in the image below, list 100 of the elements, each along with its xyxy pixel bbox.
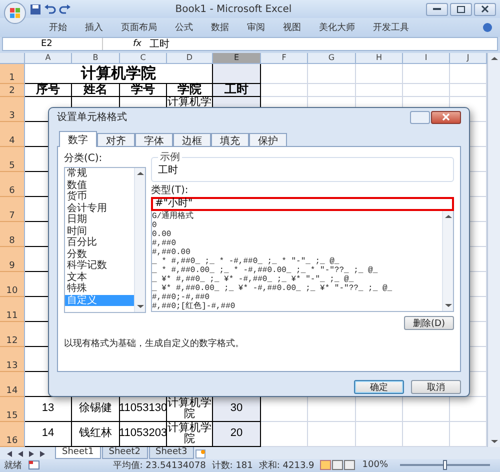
column-header[interactable]: H xyxy=(356,52,403,64)
dialog-tab[interactable]: 保护 xyxy=(249,133,287,147)
format-item[interactable]: _ * #,##0.00_ ;_ * -#,##0.00_ ;_ * "-"??_ ;_ @_ xyxy=(152,266,378,275)
table-cell xyxy=(308,422,356,447)
row-header[interactable]: 10 xyxy=(0,272,25,297)
table-cell xyxy=(261,422,308,447)
ribbon-tab[interactable]: 公式 xyxy=(166,18,202,36)
ribbon-tab[interactable]: 页面布局 xyxy=(112,18,166,36)
ribbon-tab[interactable]: 插入 xyxy=(76,18,112,36)
list-scrollbar[interactable] xyxy=(134,168,145,312)
column-header[interactable]: B xyxy=(72,52,120,64)
ribbon-tab[interactable]: 视图 xyxy=(274,18,310,36)
row-header[interactable]: 1 xyxy=(0,64,25,84)
row-header[interactable]: 14 xyxy=(0,372,25,397)
dialog-tab[interactable]: 数字 xyxy=(59,131,97,147)
maximize-icon xyxy=(457,6,465,12)
vertical-scrollbar[interactable] xyxy=(487,52,500,447)
table-cell: 计算机学院 xyxy=(167,396,213,422)
category-item[interactable]: 数值 xyxy=(65,180,134,191)
maximize-button[interactable] xyxy=(450,2,472,16)
category-item[interactable]: 科学记数 xyxy=(65,260,134,272)
ok-button[interactable]: 确定 xyxy=(354,380,404,394)
category-item[interactable]: 文本 xyxy=(65,272,134,283)
row-header[interactable]: 12 xyxy=(0,322,25,347)
row-header[interactable]: 11 xyxy=(0,296,25,322)
row-header[interactable]: 4 xyxy=(0,122,25,147)
format-item[interactable]: _ * #,##0_ ;_ * -#,##0_ ;_ * "-"_ ;_ @_ xyxy=(152,257,340,266)
format-item[interactable]: #,##0 xyxy=(152,239,176,248)
ribbon-tab[interactable]: 审阅 xyxy=(238,18,274,36)
row-header[interactable]: 2 xyxy=(0,84,25,97)
row-header[interactable]: 16 xyxy=(0,422,25,447)
row-header[interactable]: 6 xyxy=(0,172,25,197)
page-view-icon[interactable] xyxy=(320,460,356,470)
redo-icon[interactable] xyxy=(59,4,71,14)
row-header[interactable]: 7 xyxy=(0,196,25,222)
column-header[interactable]: F xyxy=(261,52,308,64)
column-header[interactable]: A xyxy=(25,52,72,64)
close-icon xyxy=(442,113,450,121)
category-item[interactable]: 特殊 xyxy=(65,283,134,294)
column-header[interactable]: E xyxy=(213,52,261,64)
list-scrollbar[interactable] xyxy=(442,211,453,311)
scroll-up-icon[interactable] xyxy=(444,213,452,220)
column-header[interactable]: I xyxy=(403,52,450,64)
close-button[interactable] xyxy=(431,110,461,124)
zoom-thumb[interactable] xyxy=(443,460,447,470)
category-item[interactable]: 货币 xyxy=(65,191,134,202)
minimize-button[interactable] xyxy=(426,2,448,16)
delete-button[interactable]: 删除(D) xyxy=(404,316,454,330)
cancel-button[interactable]: 取消 xyxy=(411,380,461,394)
format-item[interactable]: 0.00 xyxy=(152,230,172,239)
format-item[interactable]: #,##0;[红色]-#,##0 xyxy=(152,302,236,311)
undo-icon[interactable] xyxy=(44,4,56,14)
row-header[interactable]: 9 xyxy=(0,246,25,272)
ribbon-tab[interactable]: 美化大师 xyxy=(310,18,364,36)
row-header[interactable]: 3 xyxy=(0,96,25,122)
dialog-tab[interactable]: 对齐 xyxy=(97,133,135,147)
category-item[interactable]: 百分比 xyxy=(65,237,134,248)
column-header[interactable]: G xyxy=(308,52,356,64)
table-cell xyxy=(450,422,487,447)
sheet-tab[interactable]: Sheet3 xyxy=(148,446,194,459)
row-header[interactable]: 15 xyxy=(0,396,25,422)
format-item[interactable]: _ ¥* #,##0.00_ ;_ ¥* -#,##0.00_ ;_ ¥* "-"??_ ;_ @_ xyxy=(152,284,392,293)
category-item[interactable]: 日期 xyxy=(65,214,134,226)
column-header[interactable]: J xyxy=(450,52,487,64)
column-header[interactable]: C xyxy=(120,52,167,64)
format-item[interactable]: #,##0.00 xyxy=(152,248,190,257)
dialog-tab[interactable]: 边框 xyxy=(173,133,211,147)
dialog-tab[interactable]: 字体 xyxy=(135,133,173,147)
column-header[interactable]: D xyxy=(167,52,213,64)
format-item[interactable]: _ ¥* #,##0_ ;_ ¥* -#,##0_ ;_ ¥* "-"_ ;_ @_ xyxy=(152,275,354,284)
category-item[interactable]: 会计专用 xyxy=(65,202,134,214)
scroll-down-icon[interactable] xyxy=(444,302,452,309)
help-icon[interactable] xyxy=(483,22,492,32)
format-item[interactable]: #,##0;-#,##0 xyxy=(152,293,210,302)
scroll-down-icon[interactable] xyxy=(136,303,144,310)
ribbon-tab[interactable]: 开始 xyxy=(40,18,76,36)
category-item[interactable]: 分数 xyxy=(65,248,134,260)
insert-sheet-icon[interactable] xyxy=(195,448,208,459)
row-header[interactable]: 5 xyxy=(0,146,25,172)
macro-record-icon[interactable] xyxy=(28,460,40,470)
category-item[interactable]: 常规 xyxy=(65,168,134,180)
dialog-tab[interactable]: 填充 xyxy=(211,133,249,147)
type-field[interactable]: #"小时" xyxy=(151,197,454,211)
sheet-tab[interactable]: Sheet1 xyxy=(55,446,101,459)
row-header[interactable]: 8 xyxy=(0,222,25,247)
format-item[interactable]: 0 xyxy=(152,221,157,230)
scroll-up-icon[interactable] xyxy=(490,54,498,62)
category-item[interactable]: 时间 xyxy=(65,226,134,237)
ribbon-tab[interactable]: 开发工具 xyxy=(364,18,418,36)
scroll-up-icon[interactable] xyxy=(136,170,144,177)
save-icon[interactable] xyxy=(30,4,41,14)
row-header[interactable]: 13 xyxy=(0,346,25,372)
sheet-tab[interactable]: Sheet2 xyxy=(102,446,148,459)
table-cell xyxy=(450,396,487,422)
title-cell: 计算机学院 xyxy=(25,64,213,84)
zoom-value[interactable]: 100% xyxy=(362,460,388,470)
ribbon-tab[interactable]: 数据 xyxy=(202,18,238,36)
close-button[interactable] xyxy=(474,2,496,16)
table-cell xyxy=(403,422,450,447)
format-item[interactable]: G/通用格式 xyxy=(152,212,194,221)
